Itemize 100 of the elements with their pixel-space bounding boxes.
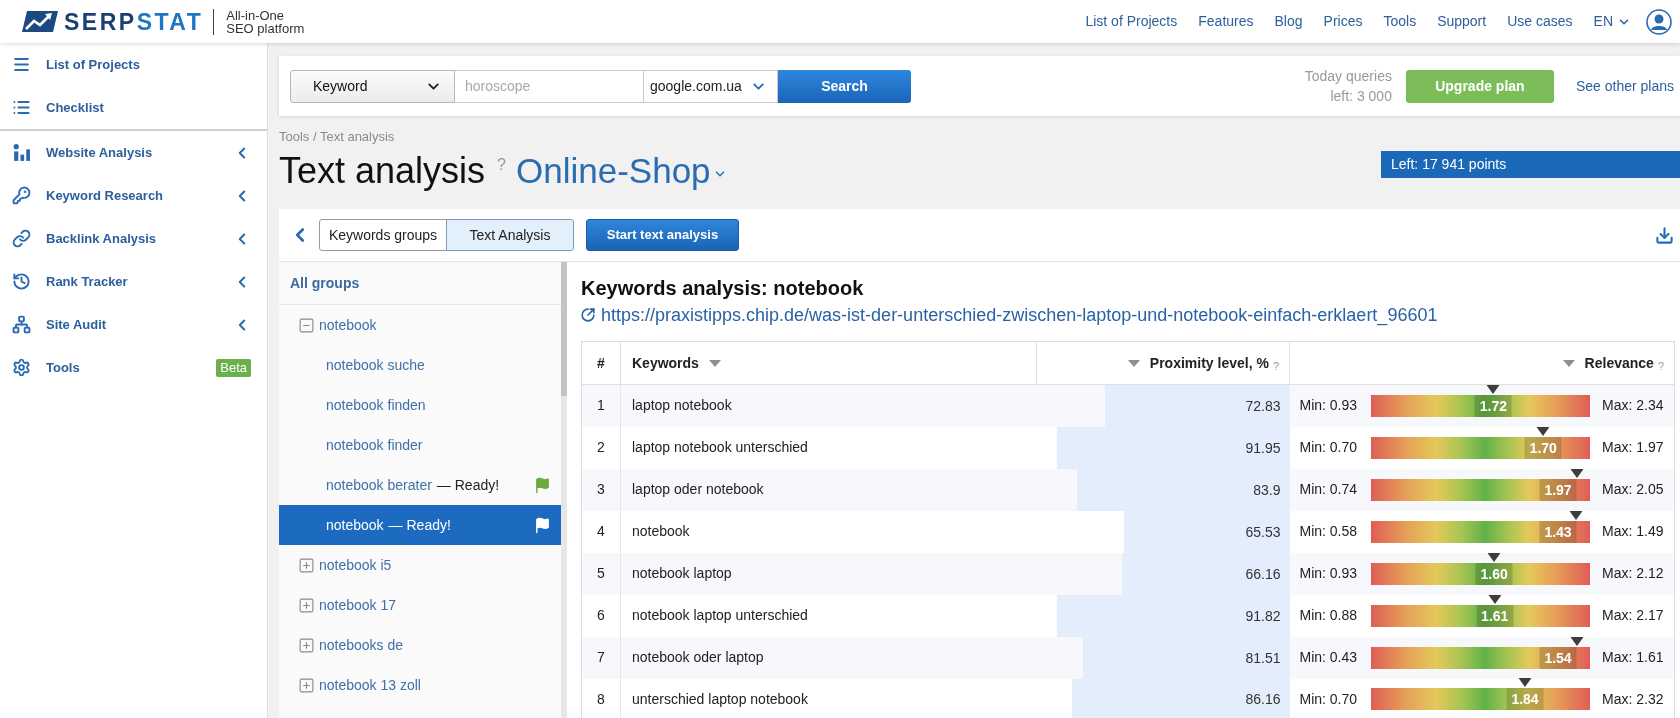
other-plans-link[interactable]: See other plans	[1575, 75, 1674, 97]
relevance-value: 1.61	[1476, 604, 1514, 627]
row-number: 7	[581, 636, 621, 679]
column-header[interactable]: Proximity level, %	[1127, 352, 1269, 374]
sidebar-item[interactable]: Rank Tracker	[0, 260, 267, 303]
proximity-value: 91.82	[1245, 607, 1282, 624]
sort-caret-icon	[708, 359, 721, 367]
nav-link[interactable]: Features	[1198, 11, 1254, 32]
tree-item[interactable]: notebook suche	[279, 345, 561, 385]
expand-icon[interactable]	[298, 636, 315, 654]
list-icon	[12, 98, 31, 117]
nav-link[interactable]: Tools	[1383, 11, 1417, 32]
relevance-min: Min: 0.74	[1299, 480, 1359, 499]
row-number: 2	[581, 426, 621, 469]
search-button[interactable]: Search	[778, 69, 911, 103]
history-icon	[12, 272, 31, 291]
sidebar-item[interactable]: Tools Beta	[0, 346, 267, 389]
sidebar-item[interactable]: Keyword Research	[0, 174, 267, 217]
relevance-min: Min: 0.58	[1299, 522, 1359, 541]
proximity-value: 83.9	[1253, 481, 1282, 498]
relevance-max: Max: 1.97	[1602, 438, 1664, 457]
proximity-value: 86.16	[1245, 691, 1282, 708]
page-url-link[interactable]: https://praxistipps.chip.de/was-ist-der-unterschied-zwischen-laptop-und-notebook-einfach-erklaert_96601	[601, 304, 1438, 326]
column-header[interactable]: Keywords	[632, 352, 721, 374]
logo-tagline: All-in-One SEO platform	[226, 8, 305, 35]
tab[interactable]: Text Analysis	[446, 219, 574, 251]
relevance-min: Min: 0.43	[1299, 648, 1359, 667]
row-number: 4	[581, 510, 621, 553]
keyword-cell: notebook	[620, 510, 1037, 553]
project-selector[interactable]: Online-Shop	[516, 148, 727, 194]
tree-item[interactable]: notebook — Ready!	[279, 505, 561, 545]
relevance-min: Min: 0.88	[1299, 606, 1359, 625]
tree-item[interactable]: notebook berater — Ready!	[279, 465, 561, 505]
relevance-min: Min: 0.70	[1299, 689, 1359, 709]
page-title: Text analysis	[279, 149, 486, 193]
expand-icon[interactable]	[298, 596, 315, 614]
relevance-value: 1.97	[1539, 478, 1577, 501]
settings-icon	[12, 358, 31, 377]
tree-item[interactable]: notebook 13 zoll	[279, 665, 561, 705]
relevance-min: Min: 0.70	[1299, 438, 1359, 457]
tree-item[interactable]: notebook finder	[279, 425, 561, 465]
nav-link[interactable]: Prices	[1323, 11, 1363, 32]
key-icon	[12, 186, 31, 205]
proximity-value: 91.95	[1245, 439, 1282, 456]
tree-item[interactable]: notebook	[279, 305, 561, 345]
tree-item[interactable]: notebook finden	[279, 385, 561, 425]
scrollbar-thumb[interactable]	[561, 262, 567, 396]
collapse-icon[interactable]	[298, 316, 315, 334]
nav-link[interactable]: Blog	[1274, 11, 1303, 32]
keyword-cell: laptop notebook unterschied	[620, 426, 1037, 469]
avatar-icon[interactable]	[1646, 8, 1672, 35]
relevance-max: Max: 2.05	[1602, 480, 1664, 499]
sidebar-item[interactable]: List of Projects	[0, 43, 267, 86]
column-label: #	[597, 353, 605, 373]
start-analysis-button[interactable]: Start text analysis	[586, 219, 739, 251]
relevance-max: Max: 1.49	[1602, 522, 1664, 541]
analysis-title: Keywords analysis: notebook	[581, 276, 865, 300]
database-select[interactable]: google.com.ua	[643, 69, 778, 103]
tree-item[interactable]: notebook i5	[279, 545, 561, 585]
proximity-value: 81.51	[1245, 649, 1282, 666]
keyword-cell: notebook laptop	[620, 552, 1037, 595]
relevance-max: Max: 2.32	[1602, 689, 1664, 709]
nav-link[interactable]: Support	[1437, 11, 1487, 32]
search-type-select[interactable]: Keyword	[290, 69, 455, 103]
sidebar-item[interactable]: Backlink Analysis	[0, 217, 267, 260]
keyword-cell: laptop oder notebook	[620, 468, 1037, 511]
expand-icon[interactable]	[298, 676, 315, 694]
column-header[interactable]: Relevance	[1562, 352, 1654, 374]
sidebar-item[interactable]: Site Audit	[0, 303, 267, 346]
tab[interactable]: Keywords groups	[319, 219, 447, 251]
bar-chart-icon	[12, 143, 31, 162]
breadcrumb: Tools / Text analysis	[279, 130, 395, 144]
language-select[interactable]: EN	[1593, 11, 1631, 32]
relevance-value: 1.70	[1524, 436, 1562, 459]
keyword-cell: unterschied laptop notebook	[620, 678, 1037, 718]
relevance-min: Min: 0.93	[1299, 564, 1359, 583]
link-icon	[12, 229, 31, 248]
keyword-cell: notebook oder laptop	[620, 636, 1037, 679]
proximity-value: 72.83	[1245, 397, 1282, 414]
sort-caret-icon	[1127, 359, 1140, 367]
beta-badge: Beta	[216, 358, 251, 377]
relevance-max: Max: 2.34	[1602, 396, 1664, 416]
sidebar-item[interactable]: Checklist	[0, 86, 267, 129]
flag-icon	[534, 516, 551, 534]
proximity-value: 65.53	[1245, 523, 1282, 540]
expand-icon[interactable]	[298, 556, 315, 574]
download-icon[interactable]	[1655, 225, 1674, 245]
external-link-icon	[581, 308, 595, 322]
logo-wordmark: SERPSTAT	[64, 8, 204, 35]
sitemap-icon	[12, 315, 31, 334]
nav-link[interactable]: List of Projects	[1085, 11, 1178, 32]
points-balance: Left: 17 941 points	[1381, 151, 1680, 178]
sidebar-item[interactable]: Website Analysis	[0, 131, 267, 174]
tree-item[interactable]: notebooks de	[279, 625, 561, 665]
flag-icon	[534, 476, 551, 494]
menu-icon	[12, 55, 31, 74]
nav-link[interactable]: Use cases	[1507, 11, 1573, 32]
relevance-max: Max: 1.61	[1602, 648, 1664, 667]
tree-item[interactable]: notebook 17	[279, 585, 561, 625]
search-input[interactable]: horoscope	[455, 69, 643, 103]
